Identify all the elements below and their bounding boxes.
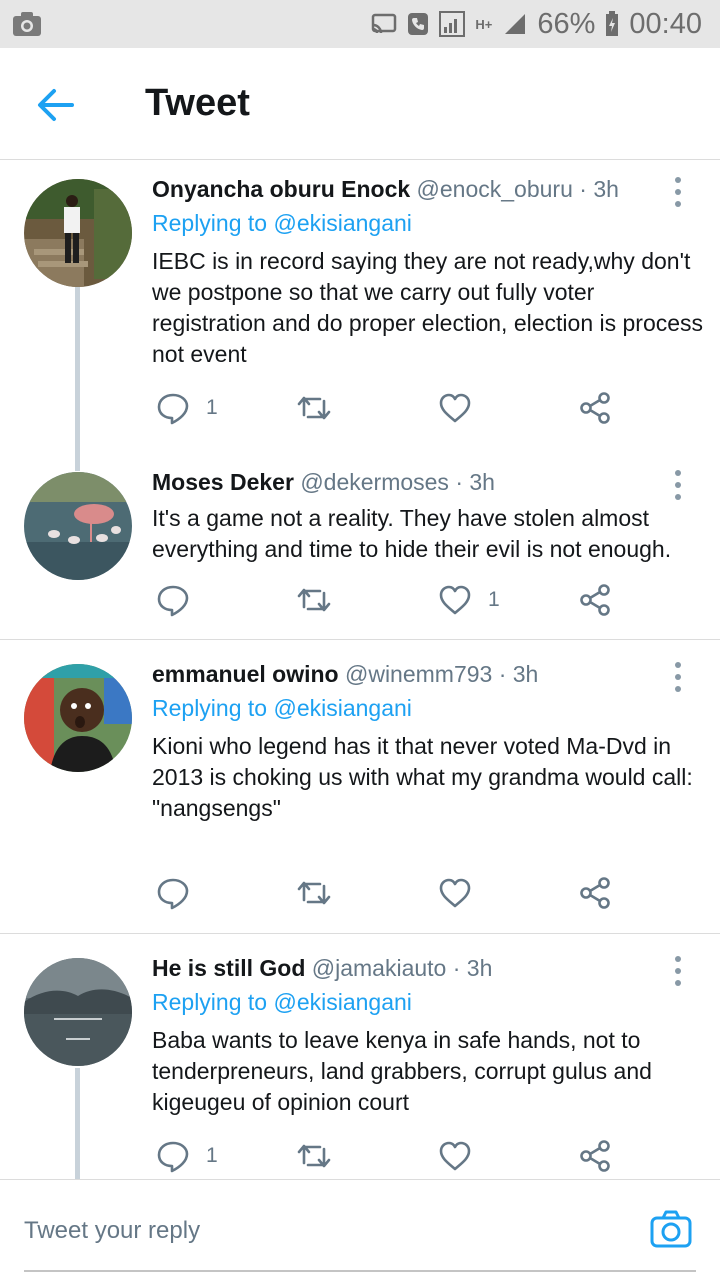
more-options-icon[interactable] bbox=[668, 174, 688, 210]
tweet-text: IEBC is in record saying they are not re… bbox=[152, 248, 704, 367]
network-type: H+ bbox=[475, 16, 493, 32]
share-action[interactable] bbox=[578, 388, 612, 428]
tweet-actions: 1 bbox=[152, 580, 622, 620]
share-action[interactable] bbox=[578, 1136, 612, 1176]
reply-count: 1 bbox=[206, 396, 218, 419]
app-bar: Tweet bbox=[0, 48, 720, 160]
signal-strength-icon bbox=[505, 14, 526, 34]
retweet-action[interactable] bbox=[296, 1136, 332, 1176]
reply-action[interactable] bbox=[156, 580, 206, 620]
camera-icon[interactable] bbox=[650, 1210, 692, 1248]
author-handle-time: @winemm793 · 3h bbox=[344, 661, 539, 687]
more-options-icon[interactable] bbox=[668, 953, 688, 989]
replying-to: Replying to @ekisiangani bbox=[152, 695, 412, 721]
reply-action[interactable]: 1 bbox=[156, 1136, 218, 1176]
reply-action[interactable] bbox=[156, 873, 206, 913]
retweet-icon[interactable] bbox=[296, 391, 332, 425]
reply-input[interactable]: Tweet your reply bbox=[24, 1217, 200, 1245]
avatar[interactable] bbox=[24, 664, 132, 772]
signal-icon bbox=[439, 11, 466, 37]
heart-icon[interactable] bbox=[438, 584, 472, 616]
more-options-icon[interactable] bbox=[668, 659, 688, 695]
share-icon[interactable] bbox=[578, 1139, 612, 1173]
reply-action[interactable]: 1 bbox=[156, 388, 218, 428]
input-underline bbox=[24, 1270, 696, 1272]
thread-line bbox=[75, 1068, 80, 1179]
retweet-icon[interactable] bbox=[296, 876, 332, 910]
like-action[interactable]: 1 bbox=[438, 580, 500, 620]
replies-list[interactable]: Onyancha oburu Enock @enock_oburu · 3h R… bbox=[0, 161, 720, 1179]
tweet-actions: 1 bbox=[152, 1136, 622, 1176]
thread-line bbox=[75, 285, 80, 471]
like-action[interactable] bbox=[438, 1136, 488, 1176]
retweet-icon[interactable] bbox=[296, 583, 332, 617]
share-icon[interactable] bbox=[578, 876, 612, 910]
avatar[interactable] bbox=[24, 958, 132, 1066]
heart-icon[interactable] bbox=[438, 877, 472, 909]
reply-icon[interactable] bbox=[156, 391, 190, 425]
replying-to-handle[interactable]: @ekisiangani bbox=[273, 989, 411, 1015]
share-action[interactable] bbox=[578, 873, 612, 913]
reply-composer[interactable]: Tweet your reply bbox=[0, 1179, 720, 1280]
tweet[interactable]: Onyancha oburu Enock @enock_oburu · 3h R… bbox=[0, 161, 720, 471]
page-title: Tweet bbox=[145, 82, 250, 124]
tweet-text: It's a game not a reality. They have sto… bbox=[152, 505, 672, 562]
like-action[interactable] bbox=[438, 873, 488, 913]
like-action[interactable] bbox=[438, 388, 488, 428]
tweet-actions bbox=[152, 873, 622, 913]
reply-count: 1 bbox=[206, 1144, 218, 1167]
replying-to: Replying to @ekisiangani bbox=[152, 210, 412, 236]
author-name[interactable]: Onyancha oburu Enock bbox=[152, 176, 410, 202]
heart-icon[interactable] bbox=[438, 1140, 472, 1172]
tweet-text: Kioni who legend has it that never voted… bbox=[152, 733, 693, 821]
status-bar: H+ 66% 00:40 bbox=[0, 0, 720, 48]
author-handle-time: @dekermoses · 3h bbox=[300, 469, 495, 495]
clock: 00:40 bbox=[629, 7, 702, 40]
tweet-text: Baba wants to leave kenya in safe hands,… bbox=[152, 1027, 652, 1115]
tweet[interactable]: He is still God @jamakiauto · 3h Replyin… bbox=[0, 934, 720, 1179]
avatar[interactable] bbox=[24, 179, 132, 287]
heart-icon[interactable] bbox=[438, 392, 472, 424]
retweet-action[interactable] bbox=[296, 580, 332, 620]
reply-icon[interactable] bbox=[156, 876, 190, 910]
share-icon[interactable] bbox=[578, 583, 612, 617]
tweet[interactable]: Moses Deker @dekermoses · 3h It's a game… bbox=[0, 454, 720, 639]
author-handle-time: @jamakiauto · 3h bbox=[311, 955, 493, 981]
share-action[interactable] bbox=[578, 580, 612, 620]
back-arrow-icon[interactable] bbox=[32, 82, 78, 128]
tweet-actions: 1 bbox=[152, 388, 622, 428]
retweet-icon[interactable] bbox=[296, 1139, 332, 1173]
replying-to-handle[interactable]: @ekisiangani bbox=[273, 695, 411, 721]
reply-icon[interactable] bbox=[156, 1139, 190, 1173]
tweet[interactable]: emmanuel owino @winemm793 · 3h Replying … bbox=[0, 640, 720, 933]
author-name[interactable]: emmanuel owino bbox=[152, 661, 339, 687]
like-count: 1 bbox=[488, 588, 500, 611]
battery-percent: 66% bbox=[537, 7, 596, 40]
author-handle-time: @enock_oburu · 3h bbox=[416, 176, 619, 202]
reply-icon[interactable] bbox=[156, 583, 190, 617]
more-options-icon[interactable] bbox=[668, 467, 688, 503]
camera-notification-icon bbox=[13, 12, 41, 36]
replying-to-handle[interactable]: @ekisiangani bbox=[273, 210, 411, 236]
replying-to: Replying to @ekisiangani bbox=[152, 989, 412, 1015]
call-icon bbox=[408, 13, 429, 35]
author-name[interactable]: Moses Deker bbox=[152, 469, 294, 495]
avatar[interactable] bbox=[24, 472, 132, 580]
cast-icon bbox=[372, 13, 397, 34]
author-name[interactable]: He is still God bbox=[152, 955, 305, 981]
retweet-action[interactable] bbox=[296, 388, 332, 428]
battery-icon bbox=[606, 11, 619, 36]
share-icon[interactable] bbox=[578, 391, 612, 425]
retweet-action[interactable] bbox=[296, 873, 332, 913]
